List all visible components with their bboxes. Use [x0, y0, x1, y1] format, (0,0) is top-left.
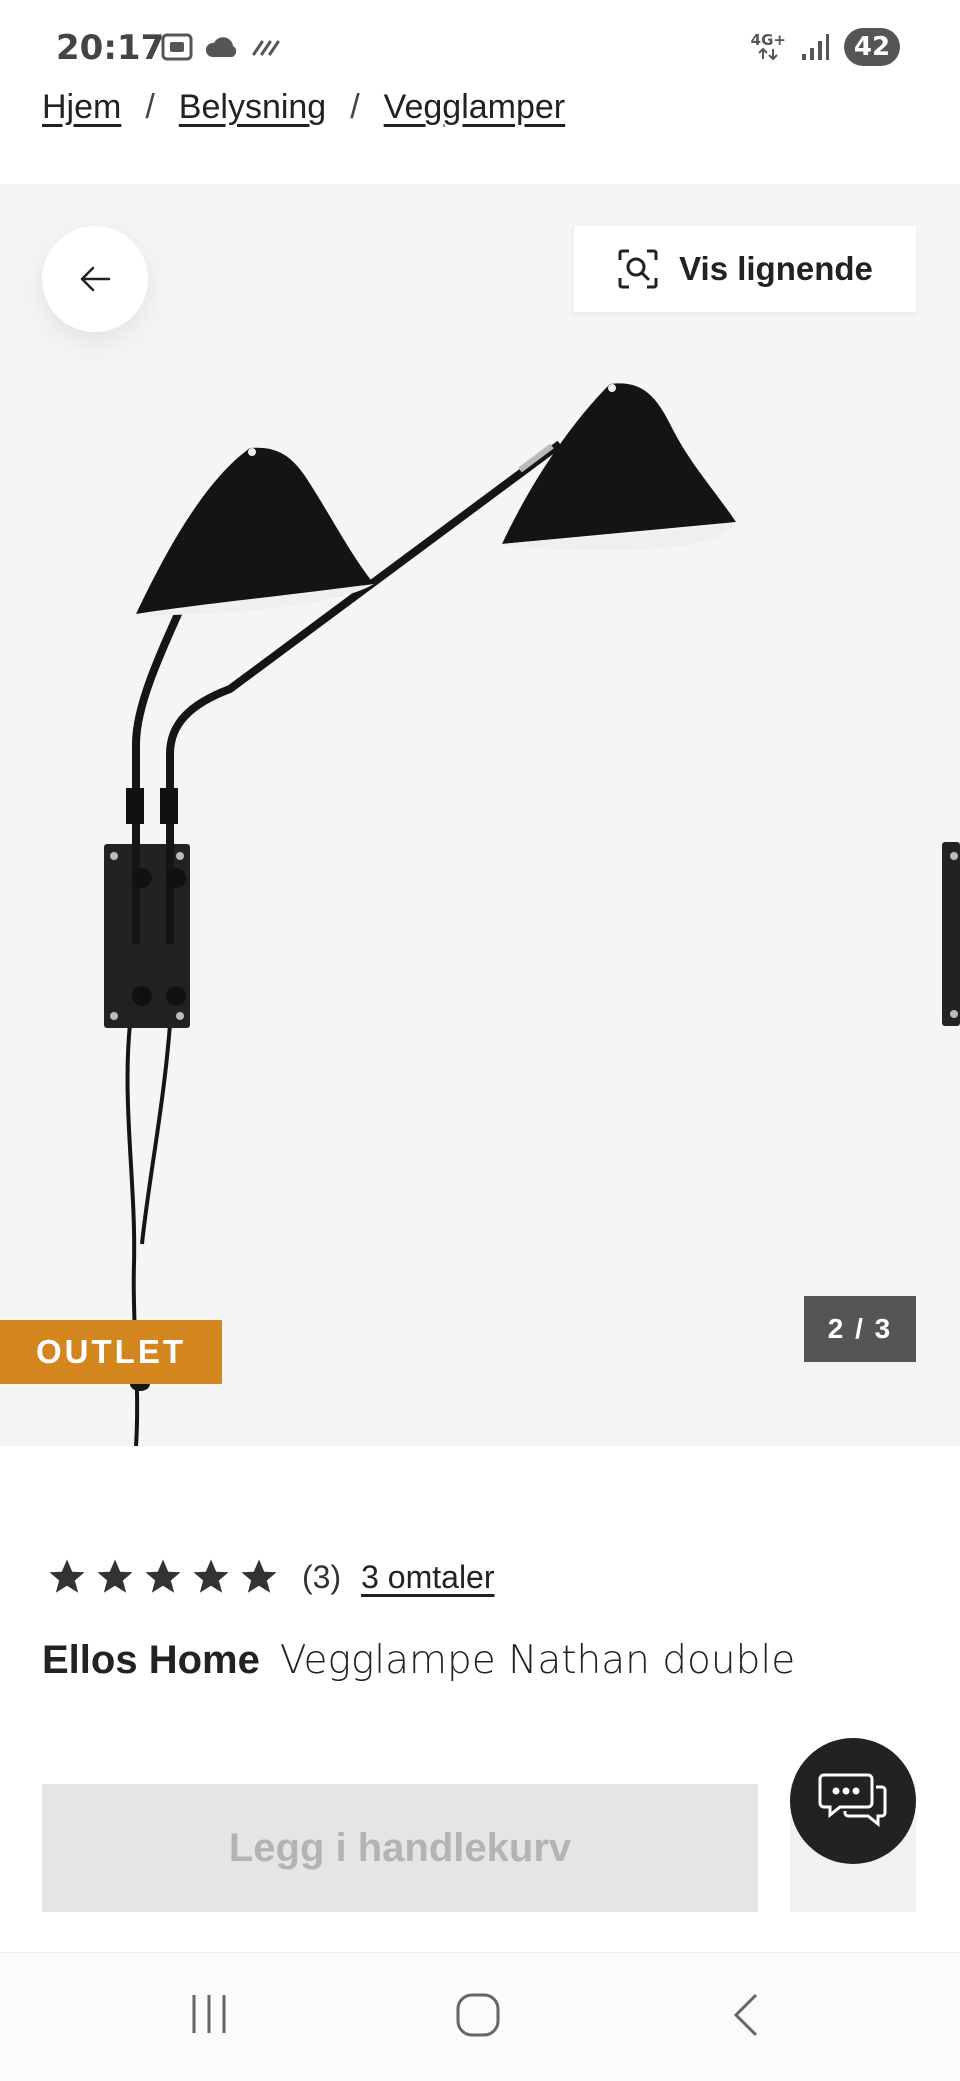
rating-count: (3) [302, 1558, 342, 1595]
status-icons-left [160, 32, 284, 62]
star-icon [97, 1559, 133, 1593]
battery-indicator: 42 [844, 28, 900, 66]
star-icon [193, 1559, 229, 1593]
star-rating [46, 1556, 280, 1598]
image-counter: 2 / 3 [804, 1296, 916, 1362]
haze-icon [252, 40, 280, 56]
system-navigation-bar [0, 1952, 960, 2081]
network-type: 4G+ [750, 31, 786, 49]
product-brand[interactable]: Ellos Home [42, 1638, 260, 1682]
status-icons-right: 4G+ 42 [751, 28, 900, 66]
outlet-badge: OUTLET [0, 1320, 222, 1384]
system-back-button[interactable] [728, 1991, 764, 2044]
home-icon [456, 1993, 500, 2037]
breadcrumb-home[interactable]: Hjem [42, 88, 121, 127]
screenshot-icon [161, 33, 193, 61]
product-image-gallery[interactable]: Vis lignende OUTLET 2 / 3 [0, 184, 960, 1446]
rating-row: (3) 3 omtaler [46, 1556, 495, 1598]
data-arrows-icon [758, 47, 779, 61]
visual-search-icon [618, 249, 658, 289]
home-button[interactable] [454, 1991, 502, 2044]
chat-icon [818, 1773, 887, 1828]
chat-button[interactable] [790, 1738, 916, 1864]
signal-icon [802, 34, 829, 60]
product-title: Ellos Home Vegglampe Nathan double [42, 1638, 795, 1683]
recent-apps-button[interactable] [186, 1991, 232, 2042]
add-to-cart-button[interactable]: Legg i handlekurv [42, 1784, 758, 1912]
arrow-left-icon [80, 266, 111, 292]
star-icon [145, 1559, 181, 1593]
back-button[interactable] [42, 226, 148, 332]
status-time: 20:17 [56, 28, 165, 68]
breadcrumb-wall-lamps[interactable]: Vegglamper [384, 88, 565, 127]
weather-icon [205, 37, 237, 57]
recent-apps-icon [192, 1995, 226, 2033]
chevron-left-icon [733, 1993, 758, 2037]
show-similar-label: Vis lignende [679, 250, 873, 287]
star-icon [241, 1559, 277, 1593]
breadcrumb-separator: / [350, 88, 360, 126]
breadcrumb-separator: / [145, 88, 155, 126]
show-similar-button[interactable]: Vis lignende [574, 226, 916, 312]
product-image [104, 383, 960, 1446]
status-bar: 20:17 4G+ 42 [0, 0, 960, 100]
reviews-link[interactable]: 3 omtaler [361, 1559, 494, 1596]
breadcrumb-lighting[interactable]: Belysning [179, 88, 326, 127]
network-indicator: 4G+ [751, 33, 786, 61]
breadcrumb: Hjem / Belysning / Vegglamper [42, 88, 565, 127]
product-name: Vegglampe Nathan double [279, 1638, 796, 1683]
star-icon [49, 1559, 85, 1593]
